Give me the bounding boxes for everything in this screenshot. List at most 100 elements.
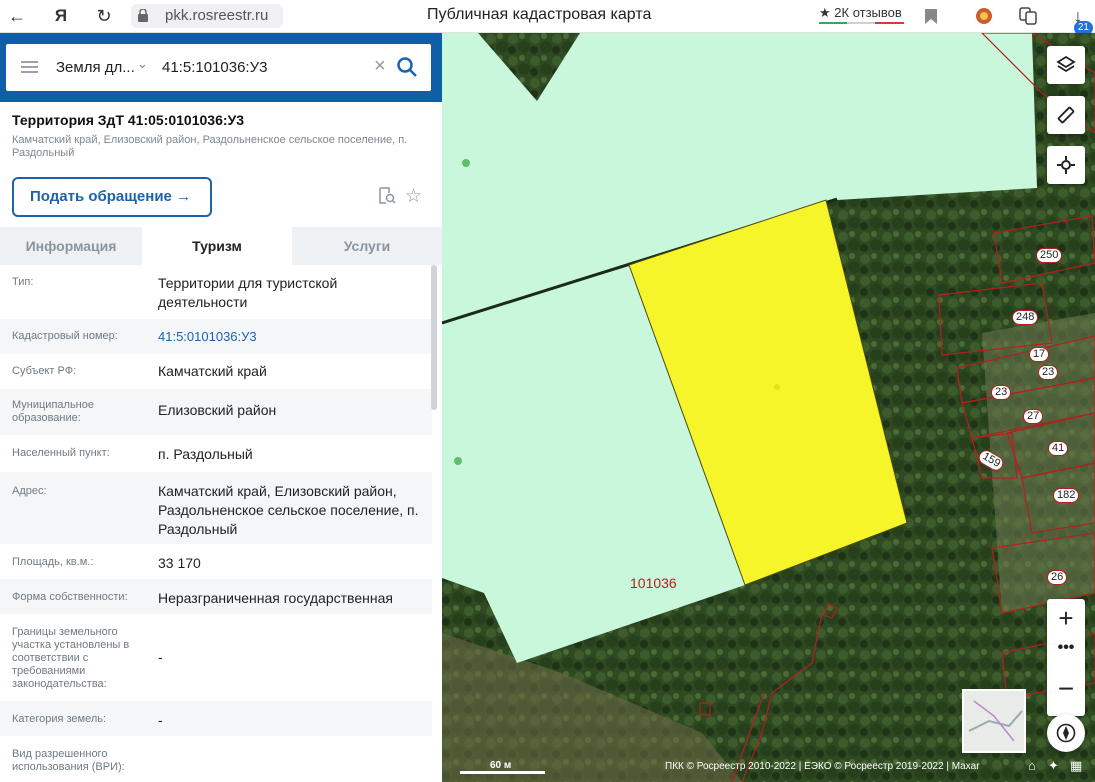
lot-label[interactable]: 23 <box>1038 365 1059 380</box>
locate-small-icon[interactable]: ✦ <box>1048 758 1059 774</box>
compass-button[interactable] <box>1047 714 1085 752</box>
attribute-row: Вид разрешенного использования (ВРИ): <box>0 736 432 782</box>
more-icon[interactable]: ••• <box>1047 639 1085 657</box>
attribute-value: Елизовский район <box>158 402 277 418</box>
quarter-label: 101036 <box>630 575 677 591</box>
map-view[interactable]: 101036 250 248 17 23 23 27 159 41 182 26… <box>442 33 1095 782</box>
attribute-row: Адрес: Камчатский край, Елизовский район… <box>0 472 432 544</box>
lot-label[interactable]: 23 <box>991 385 1012 400</box>
zoom-out-button[interactable]: − <box>1047 673 1085 705</box>
attribute-label: Площадь, кв.м.: <box>12 556 94 568</box>
search-filter-select[interactable]: Земля дл... <box>56 59 135 76</box>
reviews-link[interactable]: ★ 2К отзывов <box>819 5 902 21</box>
layers-icon <box>1056 55 1076 73</box>
parcel-centroid <box>774 384 780 390</box>
attribute-row: Кадастровый номер: 41:5:0101036:У3 <box>0 319 432 354</box>
search-box: Земля дл... ⌄ 41:5:101036:У3 × <box>6 44 431 91</box>
attribute-label: Границы земельного участка установлены в… <box>12 626 130 690</box>
back-icon[interactable]: ← <box>6 5 28 27</box>
attribute-row: Категория земель: - <box>0 701 432 736</box>
lot-label[interactable]: 250 <box>1036 248 1063 263</box>
attribute-row: Границы земельного участка установлены в… <box>0 614 432 701</box>
attribute-label: Населенный пункт: <box>12 447 110 459</box>
ruler-icon <box>1057 106 1075 124</box>
chevron-down-icon[interactable]: ⌄ <box>137 56 148 72</box>
measure-button[interactable] <box>1047 96 1085 134</box>
lot-label[interactable]: 27 <box>1023 409 1044 424</box>
translate-icon[interactable] <box>1017 5 1039 27</box>
object-title: Территория ЗдТ 41:05:0101036:У3 <box>12 112 245 128</box>
locate-button[interactable] <box>1047 146 1085 184</box>
zoom-in-button[interactable]: + <box>1047 603 1085 634</box>
search-header: Земля дл... ⌄ 41:5:101036:У3 × ‹ <box>0 33 458 102</box>
lock-icon <box>138 9 148 22</box>
attribute-label: Тип: <box>12 276 34 288</box>
zoom-control: + ••• − <box>1047 599 1085 716</box>
attribute-label: Адрес: <box>12 485 47 497</box>
tab-tourism[interactable]: Туризм <box>142 227 292 265</box>
document-search-icon[interactable] <box>378 187 396 205</box>
bookmark-icon[interactable] <box>920 5 942 27</box>
extension-icon[interactable] <box>973 5 995 27</box>
attribute-value: Неразграниченная государственная <box>158 590 393 606</box>
star-icon[interactable]: ☆ <box>405 185 422 208</box>
map-canvas <box>442 33 1095 782</box>
yandex-icon[interactable]: Я <box>50 5 72 27</box>
compass-icon <box>1056 723 1076 743</box>
attribute-label: Муниципальное образование: <box>12 399 94 424</box>
attribute-label: Категория земель: <box>12 713 107 725</box>
attribute-value: Территории для туристской деятельности <box>158 275 338 310</box>
page-title: Публичная кадастровая карта <box>427 6 652 23</box>
browser-toolbar: ← Я ↻ pkk.rosreestr.ru Публичная кадастр… <box>0 0 1095 35</box>
attribute-value: Камчатский край <box>158 363 267 379</box>
reviews-rating-bar <box>819 22 904 24</box>
tab-bar: Информация Туризм Услуги <box>0 227 442 265</box>
map-copyright: ПКК © Росреестр 2010-2022 | ЕЭКО © Росре… <box>665 761 980 772</box>
point-marker <box>462 159 470 167</box>
scale-bar: 60 м <box>460 760 545 774</box>
lot-label[interactable]: 41 <box>1048 441 1069 456</box>
clear-icon[interactable]: × <box>374 55 386 78</box>
lot-label[interactable]: 17 <box>1029 347 1050 362</box>
grid-icon[interactable]: ▦ <box>1070 758 1082 774</box>
reload-icon[interactable]: ↻ <box>93 5 115 27</box>
attribute-value: 33 170 <box>158 555 201 571</box>
minimap[interactable] <box>962 689 1026 753</box>
attribute-row: Населенный пункт: п. Раздольный <box>0 435 432 472</box>
url-text: pkk.rosreestr.ru <box>165 7 269 24</box>
downloads-icon[interactable]: ↓ 21 <box>1063 5 1093 35</box>
address-bar[interactable]: pkk.rosreestr.ru <box>131 4 283 28</box>
appeal-button-label: Подать обращение <box>30 188 172 205</box>
attribute-row: Субъект РФ: Камчатский край <box>0 354 432 389</box>
attribute-list: Тип: Территории для туристской деятельно… <box>0 265 432 782</box>
menu-icon[interactable] <box>21 61 38 73</box>
attribute-row: Форма собственности: Неразграниченная го… <box>0 579 432 614</box>
panel-scrollbar[interactable] <box>431 265 437 410</box>
tab-services[interactable]: Услуги <box>292 227 442 265</box>
object-address: Камчатский край, Елизовский район, Раздо… <box>12 134 408 159</box>
info-panel: Земля дл... ⌄ 41:5:101036:У3 × ‹ Террито… <box>0 33 458 782</box>
attribute-label: Субъект РФ: <box>12 365 77 377</box>
attribute-label: Вид разрешенного использования (ВРИ): <box>12 748 125 773</box>
point-marker <box>454 457 462 465</box>
cadastral-number-link[interactable]: 41:5:0101036:У3 <box>158 327 428 346</box>
search-icon[interactable] <box>396 56 418 78</box>
appeal-button[interactable]: Подать обращение → <box>12 177 212 217</box>
scale-label: 60 м <box>490 760 512 771</box>
attribute-row: Площадь, кв.м.: 33 170 <box>0 544 432 579</box>
layers-button[interactable] <box>1047 46 1085 84</box>
arrow-right-icon: → <box>176 188 192 205</box>
attribute-label: Кадастровый номер: <box>12 330 118 342</box>
reviews-label: 2К отзывов <box>834 5 902 20</box>
lot-label[interactable]: 182 <box>1053 488 1080 503</box>
attribute-label: Форма собственности: <box>12 591 128 603</box>
attribute-value: Камчатский край, Елизовский район, Раздо… <box>158 483 419 537</box>
crosshair-icon <box>1057 156 1075 174</box>
tab-information[interactable]: Информация <box>0 227 142 265</box>
attribute-value: - <box>158 712 163 728</box>
search-input[interactable]: 41:5:101036:У3 <box>162 59 267 76</box>
attribute-row: Муниципальное образование: Елизовский ра… <box>0 389 432 435</box>
lot-label[interactable]: 26 <box>1047 570 1068 585</box>
lot-label[interactable]: 248 <box>1012 310 1039 325</box>
home-icon[interactable]: ⌂ <box>1028 758 1036 773</box>
